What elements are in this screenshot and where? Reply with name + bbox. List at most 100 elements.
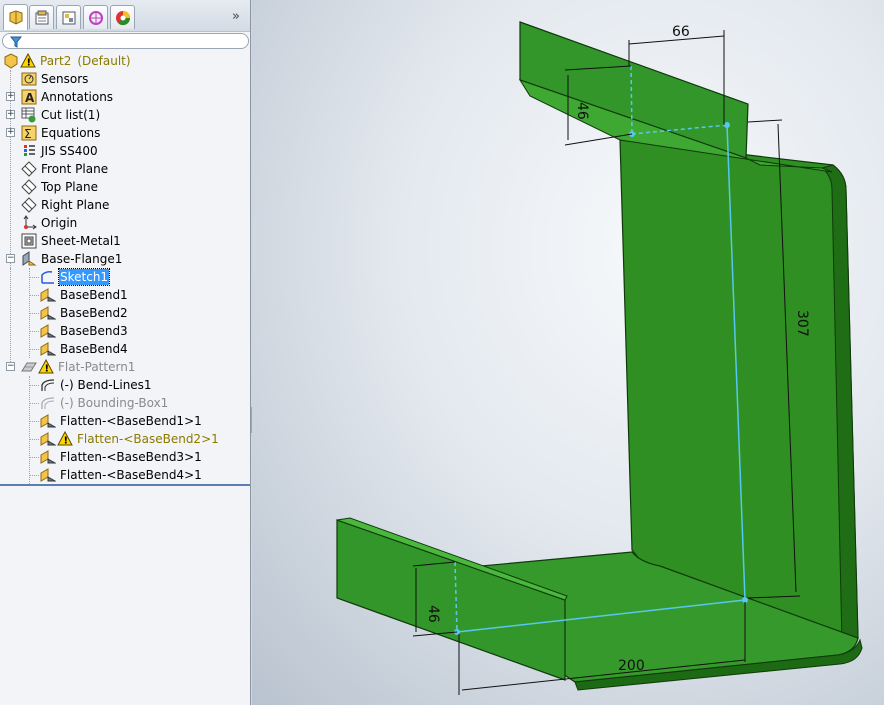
sketch-icon (39, 269, 57, 285)
tree-item-label: Origin (41, 216, 78, 230)
tree-item-label: Flatten-<BaseBend1>1 (60, 414, 202, 428)
tree-item-bend-lines[interactable]: (-) Bend-Lines1 (39, 376, 153, 394)
part-name: Part2 (40, 54, 72, 68)
tree-item-sensors[interactable]: Sensors (20, 70, 89, 88)
tree-item-sheet-metal[interactable]: Sheet-Metal1 (20, 232, 122, 250)
bottom-flange (336, 519, 566, 681)
tree-item-label: (-) Bounding-Box1 (60, 396, 169, 410)
tree-item-label: Base-Flange1 (41, 252, 123, 266)
sheet-metal-icon (20, 233, 38, 249)
tree-item-flatten-4[interactable]: Flatten-<BaseBend4>1 (39, 466, 203, 484)
svg-text:!: ! (27, 58, 32, 69)
tree-item-label: Annotations (41, 90, 114, 104)
cut-list-icon (20, 107, 38, 123)
tree-item-label: BaseBend3 (60, 324, 128, 338)
tree-item-material[interactable]: JIS SS400 (20, 142, 99, 160)
tree-item-basebend1[interactable]: BaseBend1 (39, 286, 129, 304)
equations-expander[interactable]: + (6, 128, 15, 137)
feature-tree-filter-input[interactable] (2, 33, 249, 49)
tree-item-label: Flatten-<BaseBend4>1 (60, 468, 202, 482)
flatten-icon (39, 413, 57, 429)
svg-text:A: A (25, 91, 35, 105)
warning-icon: ! (19, 53, 37, 69)
tree-item-origin[interactable]: Origin (20, 214, 78, 232)
tree-item-flatten-1[interactable]: Flatten-<BaseBend1>1 (39, 412, 203, 430)
tree-item-equations[interactable]: Σ Equations (20, 124, 101, 142)
tab-property-manager[interactable] (29, 5, 54, 29)
flat-pattern-expander[interactable]: − (6, 362, 15, 371)
tree-divider (0, 484, 250, 486)
tree-item-front-plane[interactable]: Front Plane (20, 160, 109, 178)
tree-item-bounding-box[interactable]: (-) Bounding-Box1 (39, 394, 169, 412)
graphics-area[interactable]: 66 46 307 46 200 (252, 0, 884, 705)
tree-item-label: Sketch1 (57, 268, 111, 286)
web-face (619, 139, 859, 639)
flat-pattern-icon (20, 359, 38, 375)
flatten-icon (39, 467, 57, 483)
tree-item-label: JIS SS400 (41, 144, 98, 158)
tree-item-label: Cut list(1) (41, 108, 101, 122)
plane-icon (20, 179, 38, 195)
tab-display-manager[interactable] (110, 5, 135, 29)
flatten-icon (39, 431, 57, 447)
tree-item-cut-list[interactable]: Cut list(1) (20, 106, 101, 124)
dimension-web-height[interactable]: 307 (794, 310, 810, 337)
tree-item-label: BaseBend4 (60, 342, 128, 356)
bend-icon (39, 305, 57, 321)
tree-item-label: Flatten-<BaseBend3>1 (60, 450, 202, 464)
bend-icon (39, 341, 57, 357)
svg-text:!: ! (64, 436, 69, 447)
tree-item-basebend4[interactable]: BaseBend4 (39, 340, 129, 358)
warning-icon: ! (56, 431, 74, 447)
tree-item-right-plane[interactable]: Right Plane (20, 196, 110, 214)
tree-root-part[interactable]: ! Part2 (Default) (2, 52, 132, 70)
dimension-top-width[interactable]: 66 (672, 24, 690, 40)
part-icon (2, 53, 20, 69)
tree-item-label: (-) Bend-Lines1 (60, 378, 152, 392)
tree-item-label: BaseBend1 (60, 288, 128, 302)
base-flange-expander[interactable]: − (6, 254, 15, 263)
tree-item-flatten-3[interactable]: Flatten-<BaseBend3>1 (39, 448, 203, 466)
cut-list-expander[interactable]: + (6, 110, 15, 119)
tree-item-basebend3[interactable]: BaseBend3 (39, 322, 129, 340)
tree-item-label: Sensors (41, 72, 89, 86)
tab-feature-manager[interactable] (3, 4, 28, 30)
display-manager-icon (115, 10, 130, 25)
tab-configuration-manager[interactable] (56, 5, 81, 29)
tree-item-label: Flat-Pattern1 (58, 360, 136, 374)
bounding-box-icon (39, 395, 57, 411)
tree-item-sketch1[interactable]: Sketch1 (39, 268, 111, 286)
tab-dimxpert-manager[interactable] (83, 5, 108, 29)
more-tabs-button[interactable]: » (232, 9, 240, 24)
plane-icon (20, 161, 38, 177)
tree-item-label: Flatten-<BaseBend2>1 (77, 432, 219, 446)
tree-item-basebend2[interactable]: BaseBend2 (39, 304, 129, 322)
bend-icon (39, 287, 57, 303)
tree-item-label: Top Plane (41, 180, 98, 194)
dimension-top-height[interactable]: 46 (574, 102, 590, 120)
equations-icon: Σ (20, 125, 38, 141)
feature-tree-icon (9, 9, 22, 25)
tree-item-top-plane[interactable]: Top Plane (20, 178, 99, 196)
tree-item-label: Equations (41, 126, 101, 140)
tree-item-label: BaseBend2 (60, 306, 128, 320)
part-config: (Default) (77, 54, 131, 68)
dimension-base-width[interactable]: 200 (618, 658, 645, 674)
origin-icon (20, 215, 38, 231)
bend-lines-icon (39, 377, 57, 393)
dimension-bottom-height[interactable]: 46 (425, 605, 441, 623)
annotations-expander[interactable]: + (6, 92, 15, 101)
annotations-icon: A (20, 89, 38, 105)
feature-manager-panel: » ! Part2 (Default) Sensors + A Annotati… (0, 0, 251, 705)
tree-item-flatten-2[interactable]: ! Flatten-<BaseBend2>1 (39, 430, 220, 448)
tree-item-label: Front Plane (41, 162, 109, 176)
svg-text:!: ! (45, 364, 50, 375)
tree-item-annotations[interactable]: A Annotations (20, 88, 114, 106)
tree-item-base-flange[interactable]: Base-Flange1 (20, 250, 123, 268)
warning-icon: ! (37, 359, 55, 375)
tree-item-flat-pattern[interactable]: ! Flat-Pattern1 (20, 358, 136, 376)
flatten-icon (39, 449, 57, 465)
panel-tab-bar: » (0, 0, 250, 32)
filter-icon (10, 36, 22, 48)
tree-item-label: Sheet-Metal1 (41, 234, 121, 248)
